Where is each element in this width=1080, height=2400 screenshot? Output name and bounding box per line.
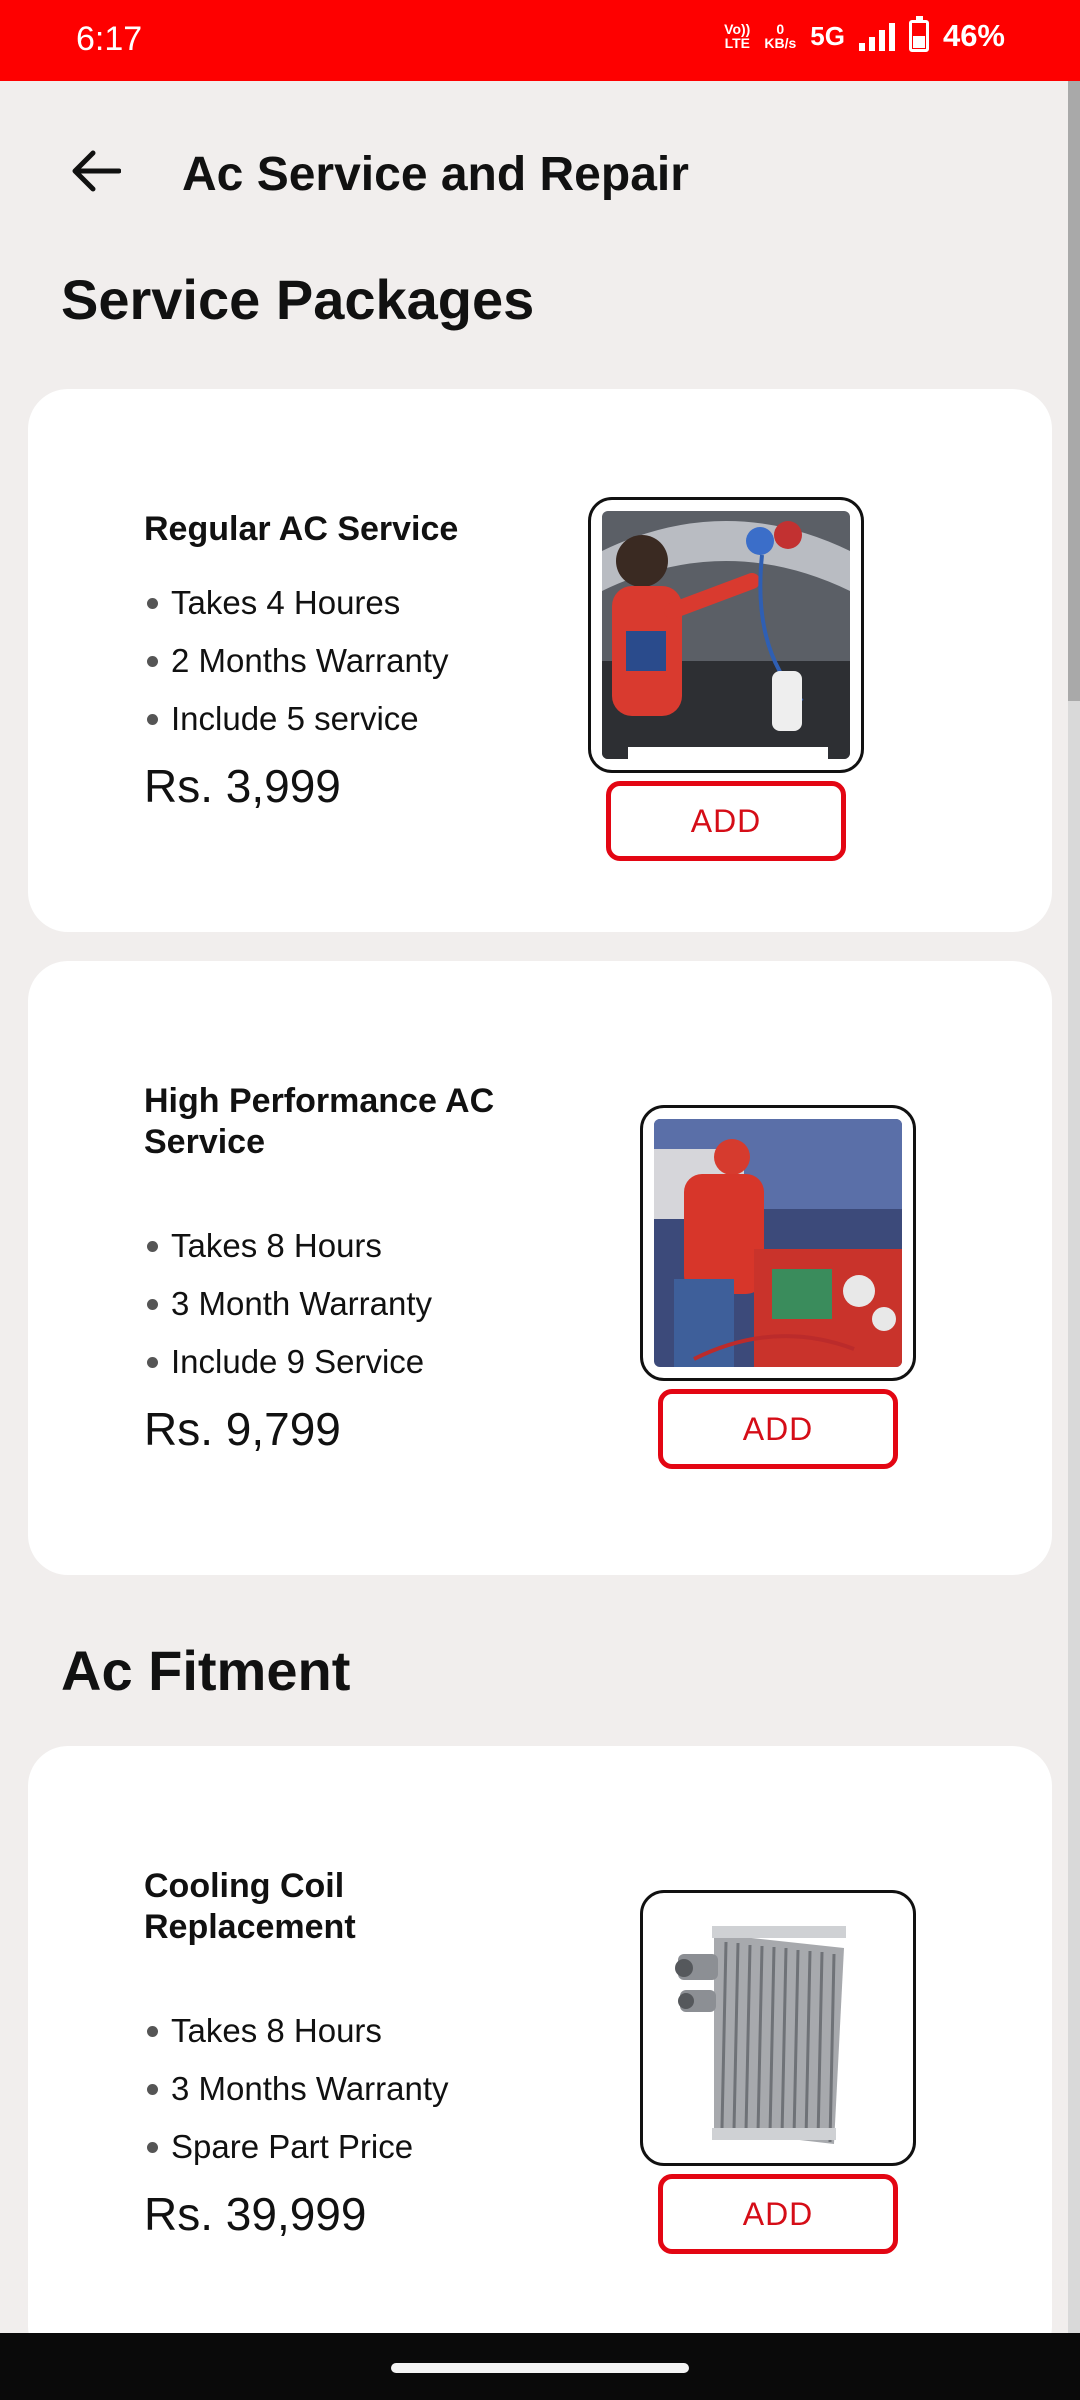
battery-icon — [908, 16, 929, 52]
battery-percent: 46% — [942, 18, 1005, 53]
volte-indicator: Vo)) LTE — [724, 22, 750, 50]
feature-item: 2 Months Warranty — [144, 632, 449, 690]
package-price: Rs. 39,999 — [144, 2188, 367, 2240]
feature-item: Spare Part Price — [144, 2118, 449, 2176]
package-name: Regular AC Service — [144, 510, 459, 548]
status-bar: 6:17 Vo)) LTE 0 KB/s 5G 46% — [0, 0, 1080, 81]
app-bar: Ac Service and Repair — [0, 81, 1068, 266]
status-time: 6:17 — [76, 20, 143, 58]
section-title-ac-fitment: Ac Fitment — [61, 1639, 351, 1702]
package-card: High Performance AC Service Takes 8 Hour… — [28, 961, 1052, 1575]
lte-label: LTE — [724, 35, 750, 51]
network-speed: 0 KB/s — [764, 22, 796, 50]
arrow-left-icon — [72, 150, 121, 192]
feature-list: Takes 4 Houres 2 Months Warranty Include… — [144, 574, 449, 748]
scrollbar-thumb[interactable] — [1068, 81, 1080, 701]
feature-item: Takes 4 Houres — [144, 574, 449, 632]
package-price: Rs. 3,999 — [144, 760, 341, 812]
home-gesture-bar[interactable] — [391, 2363, 689, 2373]
volte-label: Vo)) — [724, 21, 751, 37]
feature-item: Include 9 Service — [144, 1333, 432, 1391]
section-title-service-packages: Service Packages — [61, 268, 535, 331]
page-title: Ac Service and Repair — [182, 148, 689, 201]
add-button[interactable]: ADD — [606, 781, 846, 861]
package-image — [640, 1890, 916, 2166]
speed-value: 0 — [776, 21, 785, 37]
add-button[interactable]: ADD — [658, 2174, 898, 2254]
package-name: High Performance AC Service — [144, 1082, 495, 1161]
feature-item: 3 Months Warranty — [144, 2060, 449, 2118]
network-type: 5G — [810, 20, 845, 51]
ac-machine-image — [654, 1119, 902, 1367]
package-name: Cooling Coil Replacement — [144, 1867, 356, 1946]
add-button[interactable]: ADD — [658, 1389, 898, 1469]
speed-unit: KB/s — [764, 35, 797, 51]
feature-item: Include 5 service — [144, 690, 449, 748]
package-image — [588, 497, 864, 773]
feature-list: Takes 8 Hours 3 Month Warranty Include 9… — [144, 1217, 432, 1391]
mechanic-gauges-image — [602, 511, 850, 759]
feature-item: Takes 8 Hours — [144, 2002, 449, 2060]
feature-item: Takes 8 Hours — [144, 1217, 432, 1275]
signal-icon — [858, 21, 895, 51]
cooling-coil-image — [654, 1904, 902, 2152]
feature-item: 3 Month Warranty — [144, 1275, 432, 1333]
back-button[interactable] — [60, 141, 130, 201]
package-price: Rs. 9,799 — [144, 1403, 341, 1455]
package-card: Regular AC Service Takes 4 Houres 2 Mont… — [28, 389, 1052, 932]
feature-list: Takes 8 Hours 3 Months Warranty Spare Pa… — [144, 2002, 449, 2176]
package-card: Cooling Coil Replacement Takes 8 Hours 3… — [28, 1746, 1052, 2366]
package-image — [640, 1105, 916, 1381]
